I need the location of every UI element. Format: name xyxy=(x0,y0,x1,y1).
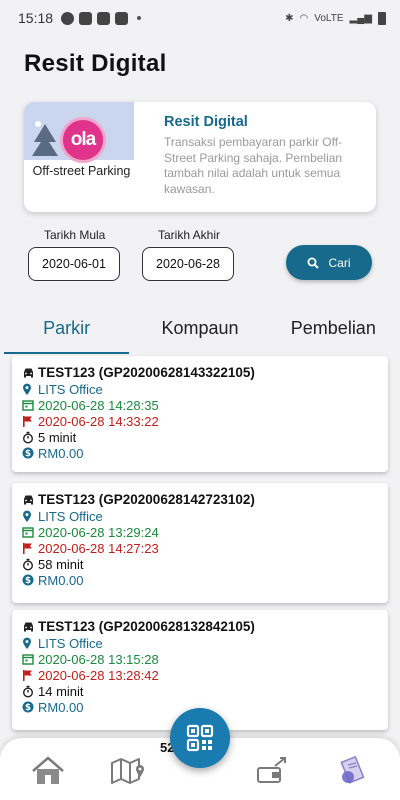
nav-home[interactable] xyxy=(30,754,66,788)
card-description: Transaksi pembayaran parkir Off-Street P… xyxy=(164,135,343,196)
battery-icon xyxy=(378,11,386,25)
record-location: LITS Office xyxy=(38,635,103,651)
record-amount: RM0.00 xyxy=(38,699,84,715)
record-location: LITS Office xyxy=(38,381,103,397)
nav-map[interactable] xyxy=(110,754,146,788)
svg-text:$: $ xyxy=(25,449,31,459)
stopwatch-icon xyxy=(22,558,38,571)
record-amount: RM0.00 xyxy=(38,445,84,461)
calendar-icon xyxy=(22,526,38,538)
nav-receipt[interactable] xyxy=(334,754,370,788)
location-pin-icon xyxy=(22,510,38,523)
flag-icon xyxy=(22,542,38,554)
parking-record[interactable]: TEST123 (GP20200628142723102) LITS Offic… xyxy=(12,483,388,603)
record-duration: 14 minit xyxy=(38,683,84,699)
image-caption: Off-street Parking xyxy=(32,164,131,178)
end-date-field[interactable]: 2020-06-28 xyxy=(142,247,234,281)
home-icon xyxy=(32,756,64,784)
whatsapp-icon xyxy=(61,11,75,25)
record-end-time: 2020-06-28 14:33:22 xyxy=(38,413,159,429)
svg-text:$: $ xyxy=(25,703,31,713)
bluetooth-icon: ✱ xyxy=(285,12,294,24)
parking-logo-icon: ola xyxy=(60,117,106,163)
flag-icon xyxy=(22,415,38,427)
flag-icon xyxy=(22,669,38,681)
dollar-icon: $ xyxy=(22,701,38,713)
status-time: 15:18 xyxy=(18,10,54,26)
location-pin-icon xyxy=(22,637,38,650)
end-date-label: Tarikh Akhir xyxy=(158,228,221,242)
tab-parkir[interactable]: Parkir xyxy=(0,304,133,354)
record-plate: TEST123 (GP20200628143322105) xyxy=(38,365,255,380)
offstreet-parking-image: ola Off-street Parking xyxy=(24,102,134,212)
stopwatch-icon xyxy=(22,685,38,698)
parking-record[interactable]: TEST123 (GP20200628143322105) LITS Offic… xyxy=(12,356,388,472)
gallery-icon xyxy=(79,11,93,25)
car-icon xyxy=(22,494,38,505)
record-end-time: 2020-06-28 14:27:23 xyxy=(38,540,159,556)
record-start-time: 2020-06-28 14:28:35 xyxy=(38,397,159,413)
dollar-icon: $ xyxy=(22,447,38,459)
tree-icon xyxy=(32,121,58,156)
calendar-icon xyxy=(22,653,38,665)
tab-kompaun[interactable]: Kompaun xyxy=(133,304,266,354)
record-start-time: 2020-06-28 13:29:24 xyxy=(38,524,159,540)
location-pin-icon xyxy=(22,383,38,396)
start-date-label: Tarikh Mula xyxy=(44,228,106,242)
car-icon xyxy=(22,367,38,378)
wifi-icon: ◠ xyxy=(299,12,309,24)
status-bar: 15:18 ✱ ◠ VoLTE ▂▄▆ xyxy=(0,0,400,36)
start-date-field[interactable]: 2020-06-01 xyxy=(28,247,120,281)
car-icon xyxy=(22,621,38,632)
record-end-time: 2020-06-28 13:28:42 xyxy=(38,667,159,683)
image-icon xyxy=(115,11,129,25)
record-plate: TEST123 (GP20200628142723102) xyxy=(38,492,255,507)
wallet-icon xyxy=(257,757,286,783)
record-plate: TEST123 (GP20200628132842105) xyxy=(38,619,255,634)
record-location: LITS Office xyxy=(38,508,103,524)
more-notifications-icon xyxy=(137,16,142,20)
tab-pembelian[interactable]: Pembelian xyxy=(267,304,400,354)
receipt-tabs: Parkir Kompaun Pembelian xyxy=(0,304,400,354)
network-label: VoLTE xyxy=(314,12,344,24)
svg-text:$: $ xyxy=(25,576,31,586)
record-amount: RM0.00 xyxy=(38,572,84,588)
system-icons: ✱ ◠ VoLTE ▂▄▆ xyxy=(285,11,386,25)
page-title: Resit Digital xyxy=(24,50,167,77)
search-icon xyxy=(307,257,320,269)
search-button[interactable]: Cari xyxy=(286,245,372,280)
calendar-icon xyxy=(22,399,38,411)
location-icon xyxy=(97,11,111,25)
record-duration: 58 minit xyxy=(38,556,84,572)
notification-icons xyxy=(61,11,142,25)
qr-scan-button[interactable] xyxy=(170,708,230,768)
dollar-icon: $ xyxy=(22,574,38,586)
stopwatch-icon xyxy=(22,431,38,444)
receipt-icon xyxy=(340,755,365,784)
map-icon xyxy=(111,758,144,784)
nav-wallet[interactable] xyxy=(255,754,291,788)
search-button-label: Cari xyxy=(328,255,351,270)
info-card: ola Off-street Parking Resit Digital Tra… xyxy=(24,102,376,212)
signal-icon: ▂▄▆ xyxy=(349,12,372,24)
card-title: Resit Digital xyxy=(164,114,248,130)
qr-code-icon xyxy=(186,724,214,752)
record-start-time: 2020-06-28 13:15:28 xyxy=(38,651,159,667)
record-duration: 5 minit xyxy=(38,429,77,445)
